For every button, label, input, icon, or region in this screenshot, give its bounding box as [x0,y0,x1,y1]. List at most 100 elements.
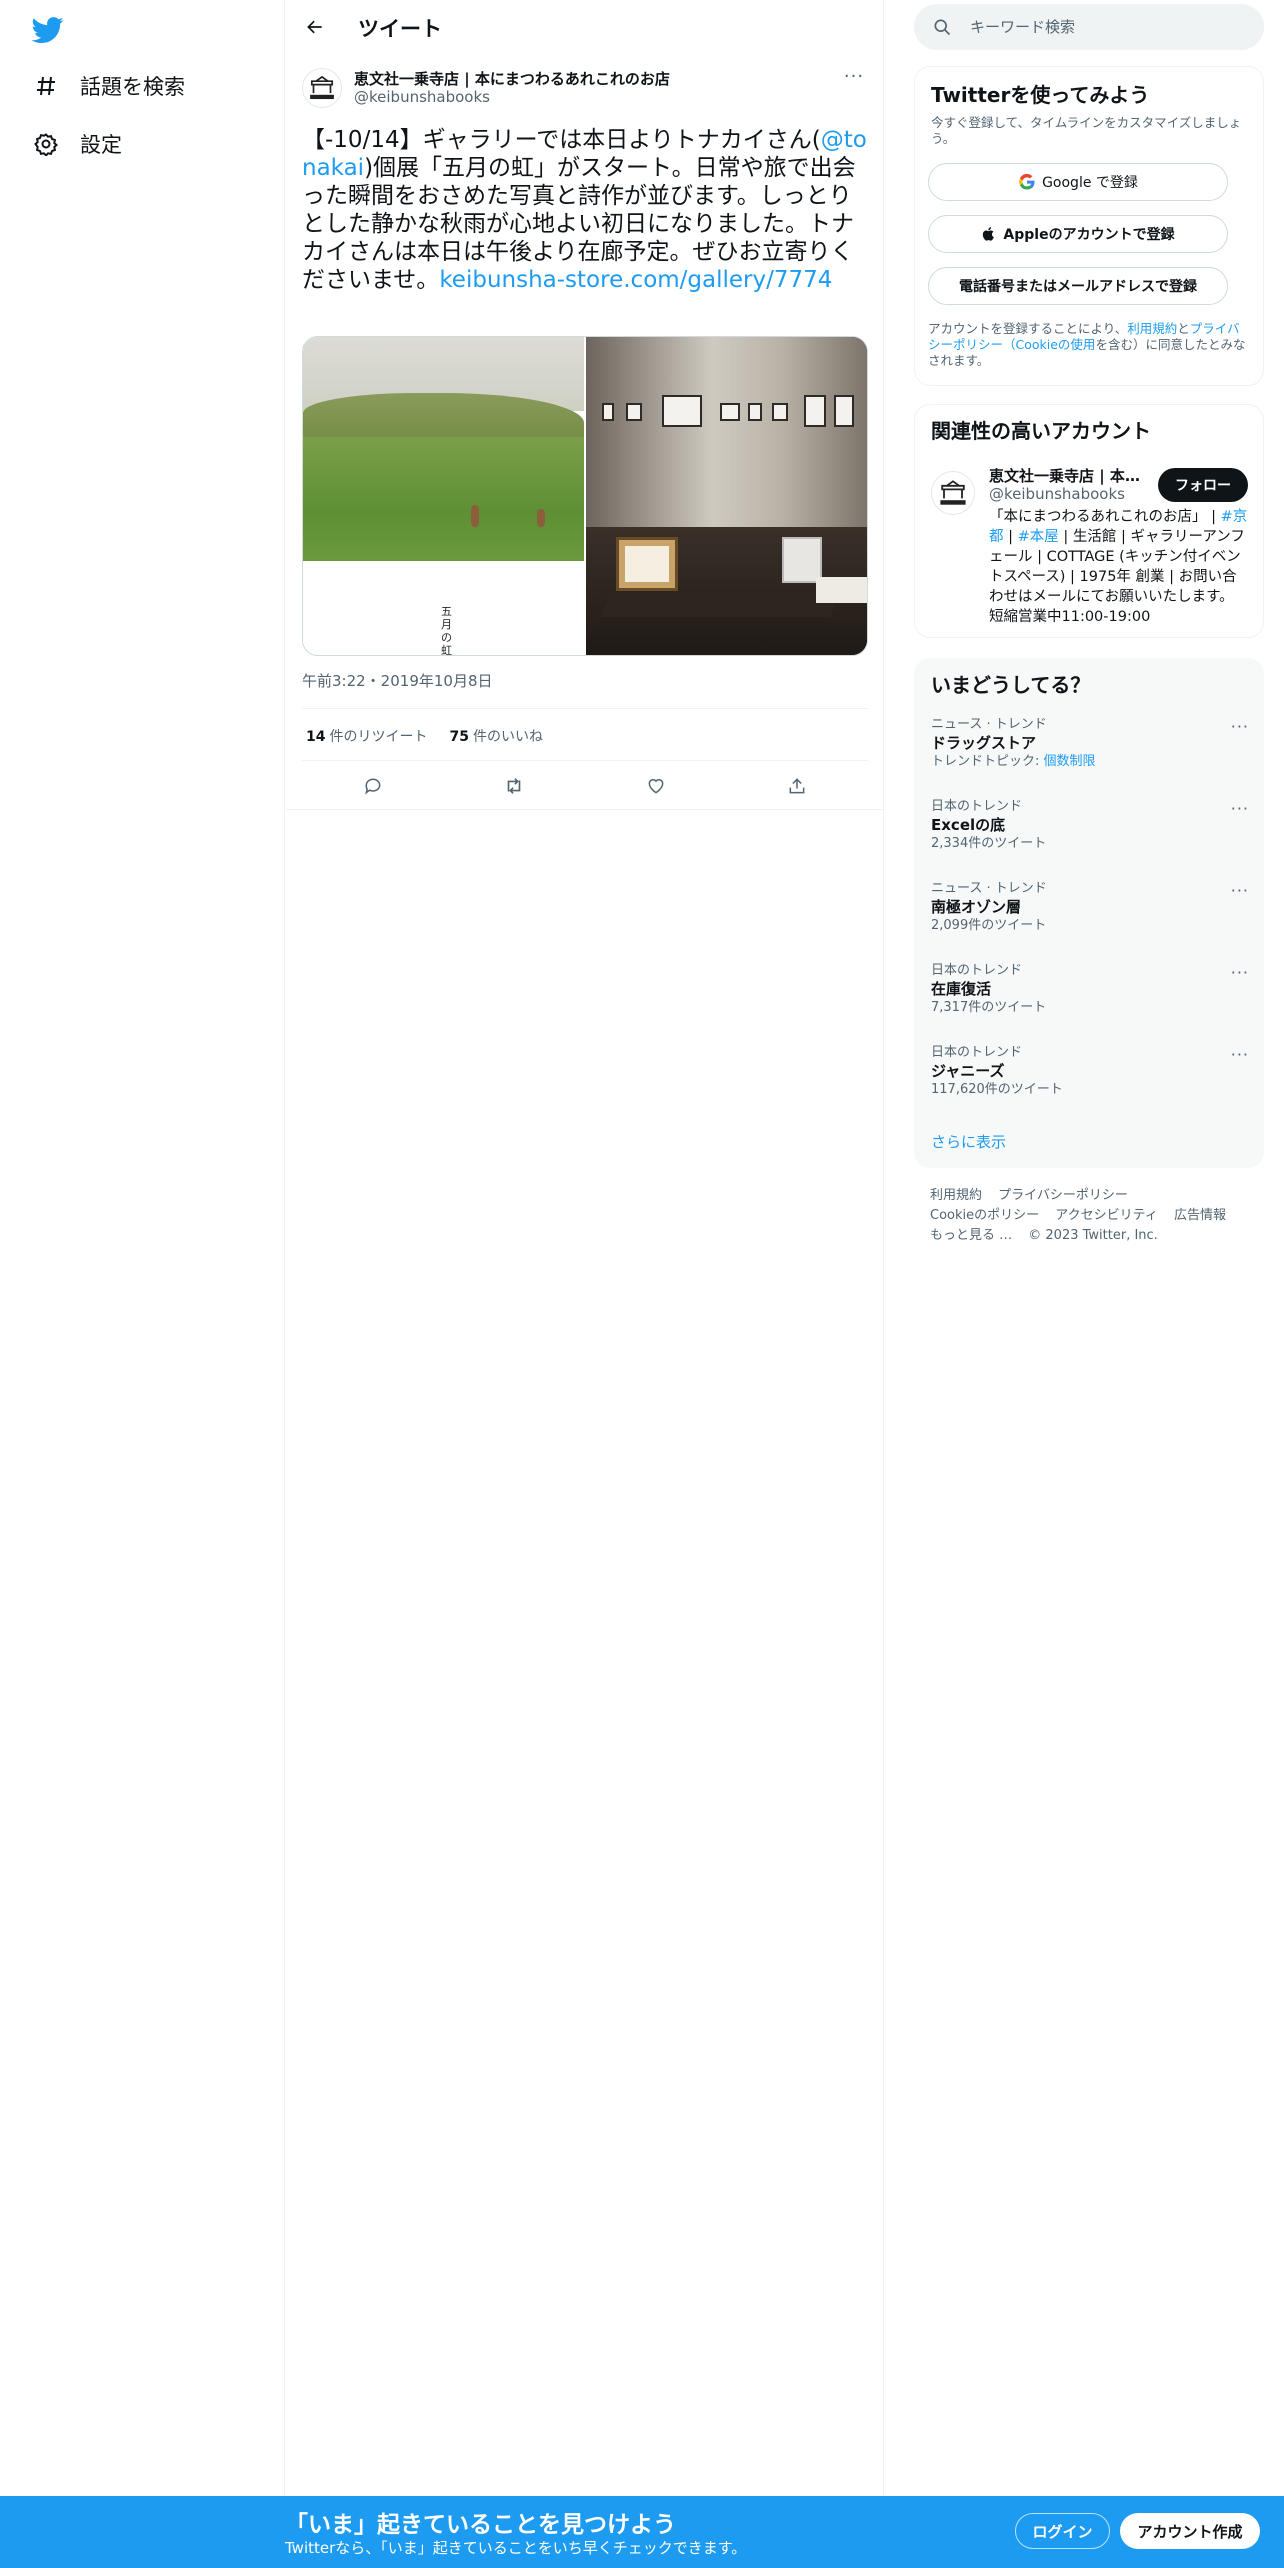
trend-item[interactable]: ニュース · トレンド 南極オゾン層 2,099件のツイート ··· [931,881,1249,951]
show-more-link[interactable]: さらに表示 [931,1131,1006,1152]
search-bar[interactable] [914,4,1264,50]
google-signup-button[interactable]: Google で登録 [928,163,1228,201]
photo-frame [602,403,614,421]
main-header: ツイート [286,0,884,54]
phone-email-signup-button[interactable]: 電話番号またはメールアドレスで登録 [928,267,1228,305]
more-options-icon[interactable]: ··· [840,66,868,90]
tweet-stats: 14 件のリツイート 75 件のいいね [302,716,561,756]
photo-frame [804,395,826,427]
search-input[interactable] [970,18,1240,36]
author-handle[interactable]: @keibunshabooks [354,88,490,106]
signup-card: Twitterを使ってみよう 今すぐ登録して、タイムラインをカスタマイズしましょ… [914,66,1264,386]
photo-exhibit-sign [616,537,678,591]
banner-title: 「いま」起きていることを見つけよう [285,2512,676,2538]
signup-banner: 「いま」起きていることを見つけよう Twitterなら、「いま」起きていることを… [0,2496,1284,2568]
recommended-title: 関連性の高いアカウント [931,419,1151,443]
tweet-text-part: 【-10/14】ギャラリーでは本日よりトナカイさん( [302,127,821,153]
like-count: 75 [449,729,469,745]
trend-topic-link[interactable]: 個数制限 [1044,754,1096,769]
trend-meta: ニュース · トレンド [931,717,1047,732]
login-button[interactable]: ログイン [1015,2513,1110,2549]
tweet-url-link[interactable]: keibunsha-store.com/gallery/7774 [439,267,832,293]
nav-item-settings[interactable]: 設定 [32,124,122,164]
gear-icon [32,130,60,158]
retweet-label: 件のリツイート [329,729,428,745]
more-options-icon[interactable]: ··· [1231,717,1249,736]
footer-cookie-link[interactable]: Cookieのポリシー [930,1208,1039,1223]
trends-card: いまどうしてる？ ニュース · トレンド ドラッグストア トレンドトピック: 個… [914,658,1264,1168]
hashtag-link[interactable]: #本屋 [1018,529,1059,545]
twitter-bird-icon[interactable] [31,14,64,46]
signup-button[interactable]: アカウント作成 [1120,2513,1260,2549]
arrow-left-icon [307,20,322,34]
more-options-icon[interactable]: ··· [1231,1045,1249,1064]
tweet-media: 五月の虹 [302,336,868,656]
trend-item[interactable]: ニュース · トレンド ドラッグストア トレンドトピック: 個数制限 ··· [931,717,1249,787]
apple-signup-button[interactable]: Appleのアカウントで登録 [928,215,1228,253]
divider [286,809,884,810]
legal-text: アカウントを登録することにより、 [928,321,1128,336]
phone-email-signup-label: 電話番号またはメールアドレスで登録 [959,279,1197,295]
recommended-account-handle[interactable]: @keibunshabooks [989,485,1125,503]
signup-title: Twitterを使ってみよう [931,83,1150,107]
trend-item[interactable]: 日本のトレンド Excelの底 2,334件のツイート ··· [931,799,1249,869]
retweet-stat[interactable]: 14 件のリツイート [306,726,427,746]
hashtag-icon [32,72,60,100]
footer-ads-link[interactable]: 広告情報 [1174,1208,1226,1223]
trend-item[interactable]: 日本のトレンド ジャニーズ 117,620件のツイート ··· [931,1045,1249,1115]
footer-links: 利用規約 プライバシーポリシー Cookieのポリシー アクセシビリティ 広告情… [930,1186,1264,1246]
divider [302,708,868,709]
nav-label-explore: 話題を検索 [80,75,185,99]
nav-label-settings: 設定 [80,133,122,157]
nav-item-explore[interactable]: 話題を検索 [32,66,185,106]
retweet-icon[interactable] [497,769,531,803]
photo-book-box [816,577,867,603]
more-options-icon[interactable]: ··· [1231,881,1249,900]
more-options-icon[interactable]: ··· [1231,963,1249,982]
trend-count: トレンドトピック: 個数制限 [931,753,1249,771]
footer-terms-link[interactable]: 利用規約 [930,1188,982,1203]
footer-copyright: © 2023 Twitter, Inc. [1028,1228,1158,1243]
back-button[interactable] [298,10,332,44]
follow-button[interactable]: フォロー [1158,468,1248,502]
photo-gallery-wall [586,337,867,527]
trend-count: 7,317件のツイート [931,1000,1047,1015]
tweet-text: 【-10/14】ギャラリーでは本日よりトナカイさん(@tonakai)個展「五月… [302,126,870,294]
bio-text: 「本にまつわるあれこれのお店」 | [989,509,1221,525]
recommended-account-name[interactable]: 恵文社一乗寺店 | 本にまつわるあれこれのお店 [989,465,1149,486]
photo-frame [720,403,740,421]
trend-meta: 日本のトレンド [931,799,1023,814]
footer-accessibility-link[interactable]: アクセシビリティ [1055,1208,1158,1223]
footer-privacy-link[interactable]: プライバシーポリシー [998,1188,1128,1203]
tweet-photo-gallery[interactable] [586,337,867,655]
main-column: ツイート 恵文社一乗寺店 | 本にまつわるあれこれのお店 @keibunshab… [286,0,884,2496]
apple-icon [981,226,997,242]
reply-icon[interactable] [356,769,390,803]
recommended-accounts-card: 関連性の高いアカウント 恵文社一乗寺店 | 本にまつわるあれこれのお店 @kei… [914,404,1264,638]
signup-subtitle: 今すぐ登録して、タイムラインをカスタマイズしましょう。 [931,115,1242,146]
trend-count: 117,620件のツイート [931,1082,1063,1097]
photo-caption: 五月の虹 [441,605,452,655]
bio-text: | [1003,529,1018,545]
trend-item[interactable]: 日本のトレンド 在庫復活 7,317件のツイート ··· [931,963,1249,1033]
trends-title: いまどうしてる？ [931,673,1091,697]
like-stat[interactable]: 75 件のいいね [449,726,542,746]
avatar[interactable] [302,68,342,108]
author-name[interactable]: 恵文社一乗寺店 | 本にまつわるあれこれのお店 [354,68,670,89]
trend-name: 南極オゾン層 [931,898,1022,916]
trend-meta: 日本のトレンド [931,1045,1023,1060]
footer-more-link[interactable]: もっと見る … [930,1228,1012,1243]
trend-name: 在庫復活 [931,980,992,998]
avatar[interactable] [931,471,975,515]
photo-child [471,505,479,527]
terms-link[interactable]: 利用規約 [1127,321,1177,336]
share-icon[interactable] [780,769,814,803]
photo-frame [662,395,702,427]
like-icon[interactable] [639,769,673,803]
tweet-photo-field[interactable]: 五月の虹 [303,337,584,655]
more-options-icon[interactable]: ··· [1231,799,1249,818]
photo-frame [772,403,788,421]
tweet-timestamp[interactable]: 午前3:22・2019年10月8日 [302,670,493,691]
photo-grass-field [303,437,584,561]
google-signup-label: Google で登録 [1042,175,1138,191]
